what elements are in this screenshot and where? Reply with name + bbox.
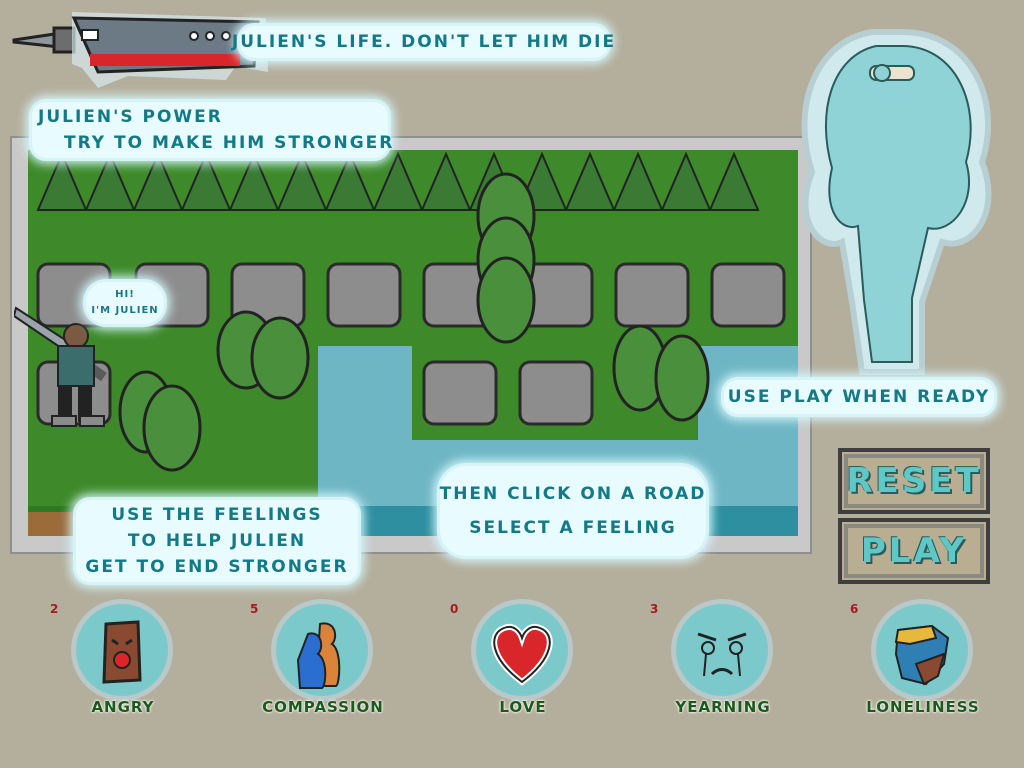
ghost-woman xyxy=(801,29,992,375)
road-tile[interactable] xyxy=(326,262,402,328)
play-button[interactable]: PLAY xyxy=(838,518,990,584)
feeling-count: 3 xyxy=(650,602,659,616)
feeling-compassion[interactable]: 5 COMPASSION xyxy=(248,600,398,720)
road-tile[interactable] xyxy=(614,262,690,328)
feeling-count: 2 xyxy=(50,602,59,616)
road-tile[interactable] xyxy=(422,360,498,426)
power-tooltip: Julien's power Try to make him stronger xyxy=(32,102,392,158)
feelings-tooltip: Use the feelings to help Julien get to e… xyxy=(76,500,358,582)
heart-icon xyxy=(476,604,568,696)
feeling-label: COMPASSION xyxy=(262,698,384,716)
crying-face-icon xyxy=(676,604,768,696)
feelings-line1: Use the feelings xyxy=(111,505,323,525)
island-icon xyxy=(876,604,968,696)
feeling-count: 6 xyxy=(850,602,859,616)
road-line1: Then click on a road xyxy=(439,484,707,504)
greeting-line2: I'm Julien xyxy=(91,305,159,316)
life-tooltip: Julien's life. Don't let him die xyxy=(232,26,614,58)
greeting-bubble: Hi! I'm Julien xyxy=(86,282,164,324)
feeling-count: 5 xyxy=(250,602,259,616)
feeling-label: LONELINESS xyxy=(866,698,980,716)
life-bar xyxy=(90,54,240,66)
feeling-yearning[interactable]: 3 YEARNING xyxy=(648,600,798,720)
feeling-love[interactable]: 0 LOVE xyxy=(448,600,598,720)
sword-icon xyxy=(12,12,268,88)
greeting-line1: Hi! xyxy=(115,289,135,300)
feelings-line3: get to end stronger xyxy=(85,557,349,577)
road-tile[interactable] xyxy=(518,360,594,426)
feeling-angry[interactable]: 2 ANGRY xyxy=(48,600,198,720)
play-hint-text: Use play when ready xyxy=(727,387,991,407)
road-line2: Select a feeling xyxy=(469,518,677,538)
feeling-loneliness[interactable]: 6 LONELINESS xyxy=(848,600,998,720)
feelings-line2: to help Julien xyxy=(127,531,307,551)
road-tooltip: Then click on a road Select a feeling xyxy=(440,466,706,556)
life-tooltip-text: Julien's life. Don't let him die xyxy=(231,32,617,52)
feeling-label: ANGRY xyxy=(91,698,155,716)
reset-button[interactable]: RESET xyxy=(838,448,990,514)
power-tooltip-line2: Try to make him stronger xyxy=(64,133,395,153)
power-tooltip-line1: Julien's power xyxy=(38,107,223,127)
angry-icon xyxy=(76,604,168,696)
feeling-label: YEARNING xyxy=(675,698,771,716)
play-hint-tooltip: Use play when ready xyxy=(724,380,994,414)
feeling-label: LOVE xyxy=(499,698,547,716)
feeling-count: 0 xyxy=(450,602,459,616)
compassion-icon xyxy=(276,604,368,696)
